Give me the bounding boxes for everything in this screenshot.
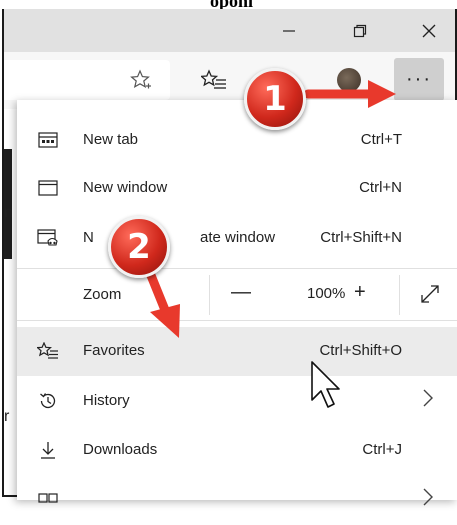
close-icon[interactable] (406, 9, 452, 52)
step-badge-1: 1 (244, 68, 306, 130)
new-window-icon (37, 178, 59, 198)
page-text-fragment: n (4, 204, 13, 221)
profile-avatar[interactable] (337, 68, 361, 92)
fullscreen-icon[interactable] (419, 283, 441, 311)
zoom-row: Zoom — 100% + (17, 269, 457, 320)
menu-item-label: Downloads (83, 441, 158, 458)
page-text-fragment: r (4, 408, 10, 425)
zoom-out-button[interactable]: — (231, 281, 251, 304)
title-bar (4, 9, 455, 52)
zoom-in-button[interactable]: + (354, 281, 366, 304)
menu-item-new-window[interactable]: New window Ctrl+N (17, 164, 457, 213)
menu-item-shortcut: Ctrl+Shift+O (319, 342, 402, 359)
zoom-separator (399, 275, 400, 315)
menu-item-history[interactable]: History (17, 377, 457, 426)
chevron-right-icon (422, 388, 434, 414)
menu-item-label: Favorites (83, 342, 145, 359)
menu-item-shortcut: Ctrl+J (362, 441, 402, 458)
minimize-icon[interactable] (266, 9, 312, 52)
menu-item-favorites[interactable]: Favorites Ctrl+Shift+O (17, 327, 457, 376)
settings-more-button[interactable]: ··· (394, 58, 444, 101)
menu-item-label: History (83, 392, 130, 409)
inprivate-window-icon (37, 228, 59, 248)
zoom-separator (209, 275, 210, 315)
address-bar[interactable] (4, 60, 170, 100)
downloads-icon (37, 440, 59, 460)
favorites-list-icon[interactable] (200, 68, 228, 92)
step-badge-2: 2 (108, 216, 170, 278)
menu-item-label: New window (83, 179, 168, 196)
chevron-right-icon (422, 487, 434, 513)
new-tab-icon (37, 130, 59, 150)
menu-item-shortcut: Ctrl+T (360, 131, 402, 148)
star-add-icon[interactable] (128, 68, 154, 92)
restore-icon[interactable] (337, 9, 383, 52)
history-icon (37, 391, 59, 411)
menu-item-inprivate-window[interactable]: N ate window Ctrl+Shift+N (17, 214, 457, 263)
menu-item-label: New tab (83, 131, 139, 148)
menu-item-shortcut: Ctrl+N (359, 179, 402, 196)
menu-divider (17, 320, 457, 321)
menu-item-downloads[interactable]: Downloads Ctrl+J (17, 426, 457, 475)
zoom-value: 100% (307, 285, 346, 302)
menu-item-new-tab[interactable]: New tab Ctrl+T (17, 116, 457, 165)
apps-icon (37, 490, 59, 510)
menu-item-label: N (83, 229, 94, 246)
favorites-icon (37, 341, 59, 361)
menu-item-label-tail: ate window (200, 229, 276, 246)
settings-menu: New tab Ctrl+T New window Ctrl+N N ate w… (17, 100, 457, 506)
zoom-label: Zoom (83, 286, 122, 303)
menu-item-apps-partial[interactable] (17, 476, 457, 525)
top-caption: oponi (0, 0, 457, 11)
menu-item-shortcut: Ctrl+Shift+N (320, 229, 402, 246)
